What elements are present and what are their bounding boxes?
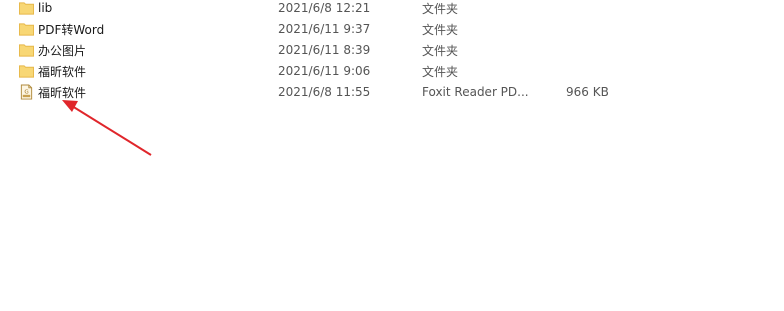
file-date: 2021/6/11 8:39 — [278, 43, 371, 57]
file-type: 文件夹 — [422, 43, 459, 58]
file-type: Foxit Reader PD... — [422, 85, 529, 99]
svg-text:G: G — [24, 89, 28, 95]
file-date: 2021/6/11 9:37 — [278, 22, 371, 36]
folder-icon — [19, 44, 34, 57]
folder-icon — [19, 2, 34, 15]
file-date: 2021/6/8 11:55 — [278, 85, 371, 99]
list-item[interactable]: G 福昕软件 2021/6/8 11:55 Foxit Reader PD...… — [14, 82, 634, 102]
file-list: lib 2021/6/8 12:21 文件夹 PDF转Word 2021/6/1… — [0, 0, 784, 311]
file-size: 966 KB — [566, 85, 609, 99]
folder-icon — [19, 23, 34, 36]
list-item[interactable]: 福昕软件 2021/6/11 9:06 文件夹 — [14, 61, 634, 81]
foxit-shortcut-icon: G — [20, 84, 33, 100]
list-item[interactable]: PDF转Word 2021/6/11 9:37 文件夹 — [14, 19, 634, 39]
file-name: 办公图片 — [38, 43, 87, 58]
file-date: 2021/6/11 9:06 — [278, 64, 371, 78]
list-item[interactable]: lib 2021/6/8 12:21 文件夹 — [14, 0, 634, 18]
file-type: 文件夹 — [422, 22, 459, 37]
file-name: lib — [38, 1, 53, 15]
folder-icon — [19, 65, 34, 78]
file-date: 2021/6/8 12:21 — [278, 1, 371, 15]
file-name: 福昕软件 — [38, 64, 87, 79]
file-name: 福昕软件 — [38, 85, 87, 100]
file-name: PDF转Word — [38, 22, 105, 37]
file-type: 文件夹 — [422, 1, 459, 16]
file-type: 文件夹 — [422, 64, 459, 79]
list-item[interactable]: 办公图片 2021/6/11 8:39 文件夹 — [14, 40, 634, 60]
